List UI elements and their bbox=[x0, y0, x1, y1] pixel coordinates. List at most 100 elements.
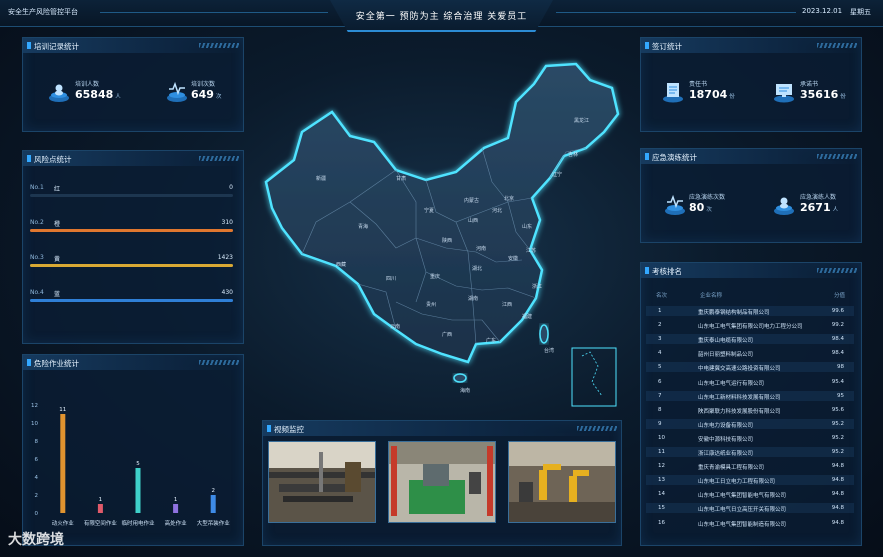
contract-panel: 签订统计 责任书 18704 份 承诺书 35616 份 bbox=[640, 37, 862, 132]
province-label[interactable]: 宁夏 bbox=[424, 207, 434, 214]
province-label[interactable]: 浙江 bbox=[532, 283, 542, 290]
province-label[interactable]: 山东 bbox=[522, 223, 532, 230]
company-score: 94.8 bbox=[831, 519, 844, 526]
province-label[interactable]: 吉林 bbox=[568, 151, 578, 158]
province-label[interactable]: 四川 bbox=[386, 276, 396, 282]
bar[interactable] bbox=[135, 468, 141, 513]
company-name: 陕西聚联力科技发展股份有限公司 bbox=[698, 408, 781, 415]
table-row[interactable]: 7 山东电工新材料科技发展有限公司 95 bbox=[646, 389, 854, 403]
province-label[interactable]: 陕西 bbox=[442, 237, 452, 244]
table-row[interactable]: 3 重庆泰山电缆有限公司 98.4 bbox=[646, 332, 854, 346]
province-label[interactable]: 云南 bbox=[390, 323, 400, 330]
province-label[interactable]: 湖北 bbox=[472, 265, 482, 272]
taiwan-outline bbox=[539, 324, 549, 344]
table-row[interactable]: 4 韶州日丽塑料制品公司 98.4 bbox=[646, 346, 854, 360]
province-label[interactable]: 江苏 bbox=[526, 247, 536, 254]
province-label[interactable]: 福建 bbox=[522, 313, 532, 320]
bar[interactable] bbox=[210, 495, 216, 513]
rank-number: 13 bbox=[658, 477, 665, 484]
province-label[interactable]: 北京 bbox=[504, 195, 514, 202]
panel-header: 培训记录统计 bbox=[23, 38, 243, 53]
company-score: 99.6 bbox=[831, 308, 844, 314]
risk-level-fill bbox=[30, 229, 233, 232]
province-label[interactable]: 广东 bbox=[486, 337, 496, 344]
table-row[interactable]: 12 重庆青渝模具工程有限公司 94.8 bbox=[646, 459, 854, 473]
company-score: 94.8 bbox=[831, 505, 844, 512]
province-label[interactable]: 贵州 bbox=[426, 301, 436, 308]
province-label[interactable]: 湖南 bbox=[468, 295, 478, 302]
panel-header: 危险作业统计 bbox=[23, 355, 243, 370]
table-row[interactable]: 1 重庆鹏泰钢结构制品有限公司 99.6 bbox=[646, 304, 854, 318]
company-score: 98.4 bbox=[831, 350, 844, 357]
monitor-doc-icon bbox=[774, 84, 794, 103]
y-tick-label: 6 bbox=[35, 457, 39, 463]
table-row[interactable]: 14 山东电工电气集团智能电气有限公司 94.8 bbox=[646, 487, 854, 501]
panel-title: 危险作业统计 bbox=[34, 359, 79, 368]
province-label[interactable]: 新疆 bbox=[316, 175, 326, 182]
company-score: 95.2 bbox=[831, 420, 844, 427]
province-label[interactable]: 山西 bbox=[468, 217, 478, 224]
province-label[interactable]: 青海 bbox=[358, 223, 368, 230]
table-row[interactable]: 11 浙江康达纸业有限公司 95.2 bbox=[646, 445, 854, 459]
risk-level-fill bbox=[30, 299, 233, 302]
x-tick-label: 有限空间作业 bbox=[84, 519, 118, 527]
province-label[interactable]: 江西 bbox=[502, 301, 512, 308]
risk-level-name: 蓝 bbox=[54, 291, 61, 298]
risk-level-no: No.2 bbox=[30, 219, 44, 226]
training-sessions-label: 培训次数 bbox=[191, 81, 216, 88]
rank-number: 1 bbox=[658, 308, 662, 314]
table-row[interactable]: 6 山东电工电气运行有限公司 95.4 bbox=[646, 375, 854, 389]
province-label[interactable]: 海南 bbox=[460, 387, 470, 394]
table-row[interactable]: 2 山东电工电气集团有限公司电力工程分公司 99.2 bbox=[646, 318, 854, 332]
responsibility-label: 责任书 bbox=[689, 81, 708, 88]
table-row[interactable]: 9 山东电力设备有限公司 95.2 bbox=[646, 417, 854, 431]
province-label[interactable]: 台湾 bbox=[544, 347, 554, 354]
province-label[interactable]: 安徽 bbox=[508, 255, 518, 262]
company-name: 山东电工日立电力工程有限公司 bbox=[698, 479, 776, 486]
rank-number: 15 bbox=[658, 505, 665, 512]
province-label[interactable]: 甘肃 bbox=[396, 175, 406, 182]
panel-header: 签订统计 bbox=[641, 38, 861, 53]
video-feed-3[interactable] bbox=[508, 441, 616, 523]
province-label[interactable]: 黑龙江 bbox=[574, 117, 589, 124]
y-tick-label: 10 bbox=[31, 421, 38, 427]
company-name: 山东电工电气集团智能电气有限公司 bbox=[698, 493, 787, 500]
bar[interactable] bbox=[97, 504, 103, 513]
rank-number: 7 bbox=[658, 392, 662, 399]
rank-number: 5 bbox=[658, 364, 662, 371]
province-label[interactable]: 西藏 bbox=[336, 261, 346, 268]
rank-number: 14 bbox=[658, 491, 665, 498]
y-tick-label: 8 bbox=[35, 439, 39, 445]
company-name: 山东电工电气日立高压开关有限公司 bbox=[698, 507, 787, 514]
table-row[interactable]: 16 山东电工电气集团智能制造有限公司 94.8 bbox=[646, 516, 854, 530]
company-name: 山东电工电气运行有限公司 bbox=[698, 380, 765, 387]
province-label[interactable]: 重庆 bbox=[430, 273, 440, 280]
video-feed-2[interactable] bbox=[388, 441, 496, 523]
company-name: 重庆鹏泰钢结构制品有限公司 bbox=[698, 310, 770, 316]
company-name: 中电建冀交高速公路投资有限公司 bbox=[698, 366, 781, 373]
company-name: 山东电工电气集团智能制造有限公司 bbox=[698, 521, 787, 528]
table-row[interactable]: 8 陕西聚联力科技发展股份有限公司 95.6 bbox=[646, 403, 854, 417]
rank-number: 11 bbox=[658, 449, 665, 455]
province-label[interactable]: 河南 bbox=[476, 245, 486, 252]
app-title: 安全生产风险管控平台 bbox=[8, 8, 78, 16]
video-feed-1[interactable] bbox=[268, 441, 376, 523]
company-score: 95.6 bbox=[831, 406, 844, 413]
company-score: 95.4 bbox=[831, 378, 844, 385]
bar[interactable] bbox=[173, 504, 179, 513]
table-row[interactable]: 13 山东电工日立电力工程有限公司 94.8 bbox=[646, 473, 854, 487]
risk-level-value: 430 bbox=[221, 289, 233, 296]
province-label[interactable]: 内蒙古 bbox=[464, 197, 479, 204]
table-row[interactable]: 10 安徽中源科技有限公司 95.2 bbox=[646, 431, 854, 445]
table-row[interactable]: 5 中电建冀交高速公路投资有限公司 98 bbox=[646, 360, 854, 374]
province-label[interactable]: 广西 bbox=[442, 331, 452, 338]
company-score: 95.2 bbox=[831, 434, 844, 441]
table-row[interactable]: 15 山东电工电气日立高压开关有限公司 94.8 bbox=[646, 501, 854, 515]
bar[interactable] bbox=[60, 414, 66, 513]
province-label[interactable]: 辽宁 bbox=[552, 171, 562, 178]
risk-level-value: 310 bbox=[221, 219, 233, 226]
y-tick-label: 12 bbox=[31, 403, 38, 409]
hazard-bar-chart: 0 2 4 6 8 10 12 11 动火作业 1 有限空间作业 5 临时用电作业 1 高处作业 2 大型吊装作… bbox=[31, 403, 230, 527]
province-label[interactable]: 河北 bbox=[492, 207, 502, 214]
company-name: 浙江康达纸业有限公司 bbox=[698, 451, 754, 457]
